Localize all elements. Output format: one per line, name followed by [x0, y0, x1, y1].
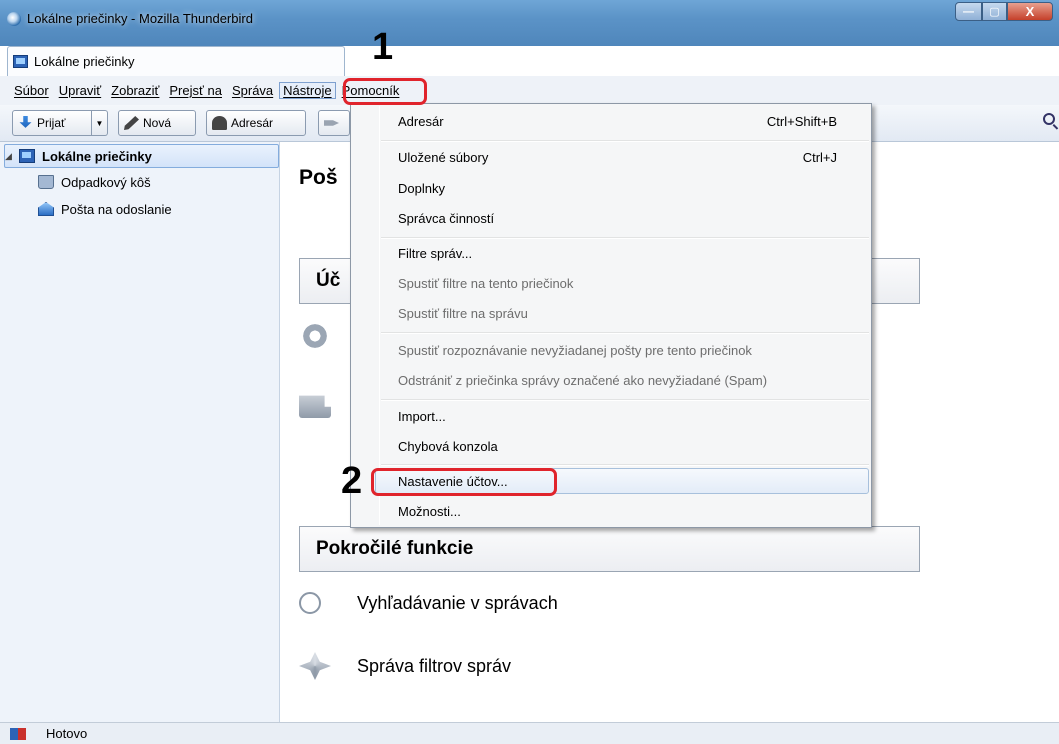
new-account-icon — [299, 395, 331, 418]
tools-menu-popup: Adresár Ctrl+Shift+B Uložené súbory Ctrl… — [350, 103, 872, 528]
create-account-link[interactable] — [299, 390, 357, 418]
shortcut-saved-files: Ctrl+J — [802, 150, 837, 165]
local-folders-icon — [13, 55, 28, 68]
menu-item-error-console[interactable]: Chybová konzola — [398, 439, 498, 454]
folder-local-folders[interactable]: ◢ Lokálne priečinky — [4, 144, 279, 168]
folder-label: Lokálne priečinky — [42, 148, 152, 164]
menu-edit[interactable]: Upraviť — [55, 83, 105, 98]
trash-icon — [38, 175, 54, 189]
menu-bar: Súbor Upraviť Zobraziť Prejsť na Správa … — [0, 76, 1059, 105]
tab-label: Lokálne priečinky — [34, 54, 135, 69]
tab-list-chevron-icon[interactable]: ▼ — [1046, 58, 1055, 68]
search-icon — [299, 592, 321, 614]
manage-filters-label: Správa filtrov správ — [357, 655, 512, 676]
search-messages-label: Vyhľadávanie v správach — [357, 592, 558, 613]
menu-separator — [381, 332, 869, 334]
folder-trash[interactable]: Odpadkový kôš — [38, 170, 151, 194]
outbox-icon — [38, 202, 54, 216]
addressbook-button[interactable]: Adresár — [206, 110, 306, 136]
download-icon — [19, 116, 32, 128]
get-mail-label: Prijať — [37, 116, 66, 130]
advanced-section-header: Pokročilé funkcie — [299, 526, 920, 572]
menu-separator — [381, 237, 869, 239]
expand-triangle-icon[interactable]: ◢ — [5, 151, 17, 162]
menu-item-addressbook[interactable]: Adresár — [398, 114, 444, 129]
menu-item-message-filters[interactable]: Filtre správ... — [398, 246, 472, 261]
folder-outbox[interactable]: Pošta na odoslanie — [38, 197, 172, 221]
status-text: Hotovo — [46, 726, 88, 741]
menu-separator — [381, 399, 869, 401]
window-title: Lokálne priečinky - Mozilla Thunderbird — [27, 11, 253, 26]
pencil-icon — [124, 116, 139, 130]
highlight-tools-menu — [343, 78, 427, 105]
maximize-button[interactable]: ▢ — [982, 2, 1007, 21]
filter-icon — [299, 652, 331, 680]
menu-separator — [381, 464, 869, 466]
menu-item-addons[interactable]: Doplnky — [398, 181, 445, 196]
tab-local-folders[interactable]: Lokálne priečinky — [7, 46, 345, 76]
get-mail-dropdown[interactable]: ▼ — [92, 110, 108, 136]
title-bar: Lokálne priečinky - Mozilla Thunderbird … — [0, 0, 1059, 46]
menu-item-run-filters-message[interactable]: Spustiť filtre na správu — [398, 306, 528, 321]
highlight-account-settings — [371, 468, 557, 496]
annotation-step-1: 1 — [372, 26, 394, 68]
menu-gutter — [379, 106, 380, 525]
addressbook-label: Adresár — [231, 116, 274, 130]
search-icon[interactable] — [1043, 113, 1055, 125]
search-messages-link[interactable]: Vyhľadávanie v správach — [299, 592, 558, 614]
local-folders-icon — [19, 149, 35, 163]
folder-label: Odpadkový kôš — [61, 174, 151, 190]
shortcut-addressbook: Ctrl+Shift+B — [766, 114, 837, 129]
menu-separator — [381, 140, 869, 142]
menu-message[interactable]: Správa — [228, 83, 277, 98]
menu-item-options[interactable]: Možnosti... — [398, 504, 461, 519]
folder-label: Pošta na odoslanie — [61, 201, 172, 217]
window-controls: — ▢ X — [955, 2, 1053, 21]
write-label: Nová — [143, 116, 172, 130]
page-title: Poš — [299, 166, 338, 189]
menu-file[interactable]: Súbor — [10, 83, 53, 98]
close-button[interactable]: X — [1007, 2, 1053, 21]
menu-item-saved-files[interactable]: Uložené súbory — [398, 150, 488, 165]
menu-item-run-filters-folder[interactable]: Spustiť filtre na tento priečinok — [398, 276, 573, 291]
folder-pane: ◢ Lokálne priečinky Odpadkový kôš Pošta … — [0, 142, 280, 722]
menu-item-junk-detection[interactable]: Spustiť rozpoznávanie nevyžiadanej pošty… — [398, 343, 752, 358]
gear-icon — [299, 322, 331, 350]
tag-icon — [324, 120, 339, 126]
thunderbird-icon — [7, 12, 21, 26]
menu-item-import[interactable]: Import... — [398, 409, 446, 424]
menu-item-delete-junk[interactable]: Odstrániť z priečinka správy označené ak… — [398, 373, 767, 388]
manage-filters-link[interactable]: Správa filtrov správ — [299, 652, 511, 680]
online-status-icon[interactable] — [10, 727, 26, 740]
annotation-step-2: 2 — [341, 460, 363, 502]
menu-go[interactable]: Prejsť na — [165, 83, 226, 98]
minimize-button[interactable]: — — [955, 2, 982, 21]
addressbook-icon — [212, 116, 227, 130]
get-mail-button[interactable]: Prijať — [12, 110, 92, 136]
menu-tools[interactable]: Nástroje — [279, 82, 336, 99]
menu-view[interactable]: Zobraziť — [107, 83, 163, 98]
menu-item-activity-manager[interactable]: Správca činností — [398, 211, 494, 226]
status-bar: Hotovo — [0, 722, 1059, 744]
tag-button[interactable] — [318, 110, 350, 136]
view-settings-link[interactable] — [299, 322, 357, 350]
write-button[interactable]: Nová — [118, 110, 196, 136]
